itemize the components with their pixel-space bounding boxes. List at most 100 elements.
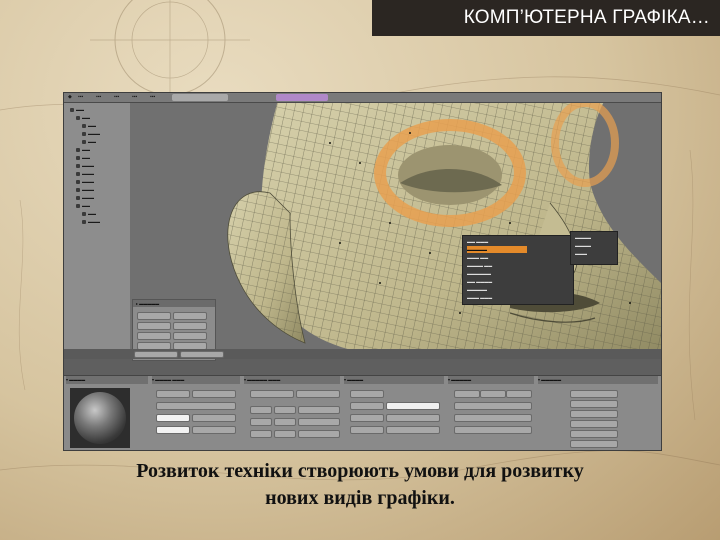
- context-menu-item[interactable]: ▬▬▬ ▬▬: [467, 254, 527, 261]
- context-menu-item[interactable]: ▬▬▬▬▬: [467, 286, 527, 293]
- menu-game[interactable]: ▪▪▪: [132, 93, 137, 102]
- material-field[interactable]: [192, 414, 236, 422]
- outliner-row[interactable]: ▬▬: [76, 147, 90, 153]
- menu-timeline[interactable]: ▪▪▪: [114, 93, 119, 102]
- outliner-row[interactable]: ▬▬: [82, 139, 96, 145]
- outliner-row[interactable]: ▬▬▬: [76, 187, 94, 193]
- outliner-row[interactable]: ▬▬: [76, 155, 90, 161]
- shader-field[interactable]: [250, 406, 272, 414]
- outliner-tree-icon: [70, 107, 74, 112]
- outliner-row[interactable]: ▬▬: [82, 211, 96, 217]
- panel-field[interactable]: [137, 332, 171, 340]
- shader-field[interactable]: [274, 418, 296, 426]
- outliner-row[interactable]: ▬▬▬: [82, 131, 100, 137]
- outliner-row[interactable]: ▬▬▬: [76, 163, 94, 169]
- outliner-row[interactable]: ▬▬: [82, 123, 96, 129]
- options-panel-header[interactable]: ▾ ▬▬▬▬▬: [538, 376, 658, 384]
- shader-field[interactable]: [274, 430, 296, 438]
- slide-caption: Розвиток техніки створюють умови для роз…: [40, 458, 680, 512]
- material-field[interactable]: [156, 402, 236, 410]
- blender-screenshot: ◆ ▪▪▪ ▪▪▪ ▪▪▪ ▪▪▪ ▪▪▪ ▬▬ ▬▬ ▬▬ ▬▬▬ ▬▬ ▬▬…: [63, 92, 662, 451]
- context-menu-item[interactable]: ▬▬▬▬: [575, 234, 615, 241]
- mirror-field[interactable]: [480, 390, 506, 398]
- mirror-field[interactable]: [454, 426, 532, 434]
- context-menu-item[interactable]: ▬▬ ▬▬▬▬: [467, 278, 527, 285]
- mirror-field[interactable]: [454, 390, 480, 398]
- mode-selector[interactable]: [180, 351, 224, 358]
- material-field[interactable]: [192, 426, 236, 434]
- shader-field[interactable]: [298, 418, 340, 426]
- material-field[interactable]: [156, 390, 190, 398]
- material-field[interactable]: [192, 390, 236, 398]
- shader-field[interactable]: [250, 418, 272, 426]
- context-menu-item[interactable]: ▬▬▬▬▬▬: [467, 270, 527, 277]
- context-menu-item[interactable]: ▬▬▬: [575, 250, 615, 257]
- shaders-panel-header[interactable]: ▾ ▬▬▬▬▬ ▬▬▬: [244, 376, 340, 384]
- panel-field[interactable]: [173, 332, 207, 340]
- menu-add[interactable]: ▪▪▪: [96, 93, 101, 102]
- preview-panel-header[interactable]: ▾ ▬▬▬▬: [66, 376, 148, 384]
- texture-field[interactable]: [350, 426, 384, 434]
- outliner-tree-icon: [76, 195, 80, 200]
- color-swatch[interactable]: [156, 414, 190, 422]
- color-swatch[interactable]: [156, 426, 190, 434]
- material-panel-header[interactable]: ▾ ▬▬▬▬ ▬▬▬: [152, 376, 240, 384]
- texture-field[interactable]: [350, 414, 384, 422]
- mirror-panel-header[interactable]: ▾ ▬▬▬▬▬: [448, 376, 534, 384]
- outliner-tree-icon: [76, 147, 80, 152]
- panel-field[interactable]: [173, 312, 207, 320]
- option-button[interactable]: [570, 390, 618, 398]
- outliner-row[interactable]: ▬▬: [76, 115, 90, 121]
- outliner-row[interactable]: ▬▬▬: [76, 171, 94, 177]
- texture-field[interactable]: [386, 426, 440, 434]
- shader-field[interactable]: [298, 406, 340, 414]
- outliner-row[interactable]: ▬▬: [76, 203, 90, 209]
- option-button[interactable]: [570, 410, 618, 418]
- shader-field[interactable]: [250, 430, 272, 438]
- shader-field[interactable]: [296, 390, 340, 398]
- blender-top-bar: ◆ ▪▪▪ ▪▪▪ ▪▪▪ ▪▪▪ ▪▪▪: [64, 93, 661, 103]
- menu-render[interactable]: ▪▪▪: [150, 93, 155, 102]
- context-menu-item-active[interactable]: ▬▬▬▬▬: [467, 246, 527, 253]
- outliner-row[interactable]: ▬▬▬: [76, 195, 94, 201]
- context-menu-item[interactable]: ▬▬▬▬ ▬▬: [467, 262, 527, 269]
- context-menu-item[interactable]: ▬▬▬ ▬▬▬: [467, 294, 527, 301]
- panel-field[interactable]: [137, 312, 171, 320]
- context-menu-item[interactable]: ▬▬ ▬▬▬: [467, 238, 527, 245]
- texture-slot[interactable]: [386, 402, 440, 410]
- menu-file[interactable]: ▪▪▪: [78, 93, 83, 102]
- texture-field[interactable]: [386, 414, 440, 422]
- outliner-panel: ▬▬ ▬▬ ▬▬ ▬▬▬ ▬▬ ▬▬ ▬▬ ▬▬▬ ▬▬▬ ▬▬▬ ▬▬▬ ▬▬…: [64, 103, 131, 359]
- texture-panel-header[interactable]: ▾ ▬▬▬▬: [344, 376, 444, 384]
- texture-field[interactable]: [350, 402, 384, 410]
- outliner-tree-icon: [82, 123, 86, 128]
- shader-field[interactable]: [298, 430, 340, 438]
- outliner-tree-icon: [76, 163, 80, 168]
- option-button[interactable]: [570, 430, 618, 438]
- transform-panel-header[interactable]: ▸ ▬▬▬▬▬: [133, 300, 215, 307]
- option-button[interactable]: [570, 440, 618, 448]
- outliner-tree-icon: [82, 219, 86, 224]
- outliner-row[interactable]: ▬▬▬: [76, 179, 94, 185]
- mirror-field[interactable]: [454, 402, 532, 410]
- outliner-tree-icon: [76, 171, 80, 176]
- panel-field[interactable]: [137, 322, 171, 330]
- context-menu-item[interactable]: ▬▬▬▬: [575, 242, 615, 249]
- mirror-field[interactable]: [454, 414, 532, 422]
- viewport-header: [64, 349, 661, 359]
- outliner-row[interactable]: ▬▬: [70, 107, 84, 113]
- view-menu[interactable]: [134, 351, 178, 358]
- mirror-field[interactable]: [506, 390, 532, 398]
- option-button[interactable]: [570, 400, 618, 408]
- layout-selector[interactable]: [276, 94, 328, 101]
- outliner-row[interactable]: ▬▬▬: [82, 219, 100, 225]
- texture-field[interactable]: [350, 390, 384, 398]
- option-button[interactable]: [570, 420, 618, 428]
- shader-field[interactable]: [274, 406, 296, 414]
- panel-field[interactable]: [173, 322, 207, 330]
- scene-selector[interactable]: [172, 94, 228, 101]
- menu-icon[interactable]: ◆: [68, 93, 72, 102]
- outliner-tree-icon: [76, 115, 80, 120]
- shader-field[interactable]: [250, 390, 294, 398]
- sphere-preview-icon: [74, 392, 126, 444]
